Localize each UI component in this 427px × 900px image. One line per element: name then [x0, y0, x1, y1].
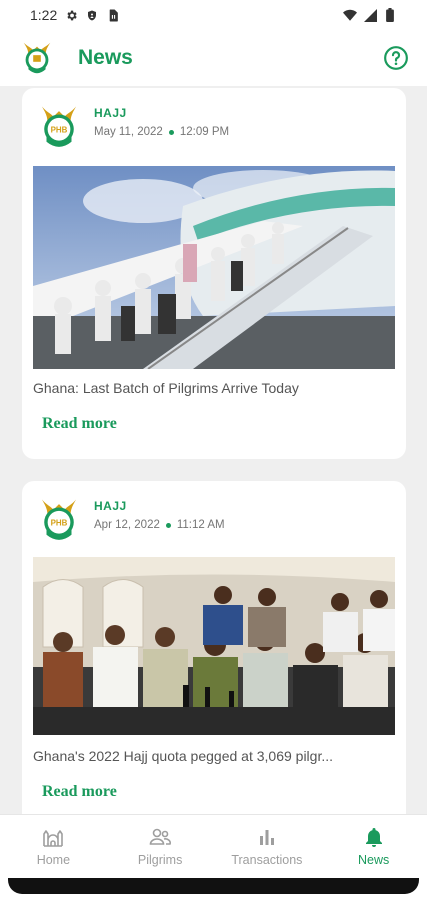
post-headline[interactable]: Ghana: Last Batch of Pilgrims Arrive Tod… [33, 380, 395, 396]
news-feed[interactable]: PHB HAJJ May 11, 2022 12:09 PM Ghana: La… [0, 86, 427, 814]
bar-chart-icon [259, 829, 274, 845]
status-time: 1:22 [30, 7, 58, 23]
battery-icon [383, 8, 397, 22]
wifi-icon [343, 8, 357, 22]
post-category: HAJJ [94, 499, 127, 513]
news-card[interactable]: PHB HAJJ Apr 12, 2022 11:12 AM Ghana's 2… [22, 481, 406, 814]
settings-icon [64, 8, 78, 22]
hajj-board-logo [23, 42, 51, 74]
sim-card-icon [106, 8, 120, 22]
hajj-board-logo: PHB [41, 499, 77, 540]
bell-icon [365, 827, 382, 847]
separator-dot [168, 129, 174, 135]
gesture-bar-area [0, 876, 427, 900]
app-bar: News [0, 30, 427, 86]
home-indicator[interactable] [8, 878, 419, 894]
nav-label: Home [36, 852, 71, 867]
post-category: HAJJ [94, 106, 127, 120]
post-image-airplane-stairs[interactable] [33, 166, 395, 369]
post-headline[interactable]: Ghana's 2022 Hajj quota pegged at 3,069 … [33, 748, 395, 764]
post-image-press-conference[interactable] [33, 557, 395, 735]
nav-label: Transactions [231, 852, 303, 867]
people-icon [149, 828, 172, 845]
news-card[interactable]: PHB HAJJ May 11, 2022 12:09 PM Ghana: La… [22, 88, 406, 459]
nav-item-news[interactable]: News [320, 815, 427, 876]
page-title: News [78, 46, 133, 69]
help-icon[interactable] [383, 45, 409, 71]
separator-dot [165, 522, 171, 528]
post-date: Apr 12, 2022 [94, 519, 160, 531]
bottom-navigation: Home Pilgrims Transactions News [0, 814, 427, 876]
nav-item-transactions[interactable]: Transactions [214, 815, 321, 876]
svg-text:PHB: PHB [51, 519, 68, 528]
hajj-board-logo: PHB [41, 106, 77, 147]
post-time: 11:12 AM [176, 519, 225, 531]
mosque-icon [43, 829, 64, 847]
signal-icon [363, 8, 377, 22]
nav-item-home[interactable]: Home [0, 815, 107, 876]
svg-text:PHB: PHB [51, 126, 68, 135]
read-more-link[interactable]: Read more [42, 415, 117, 433]
post-date: May 11, 2022 [94, 126, 163, 138]
nav-item-pilgrims[interactable]: Pilgrims [107, 815, 214, 876]
read-more-link[interactable]: Read more [42, 783, 117, 801]
nav-label: Pilgrims [137, 852, 183, 867]
post-time: 12:09 PM [179, 126, 230, 138]
status-bar: 1:22 [0, 0, 427, 30]
nav-label: News [357, 852, 390, 867]
shield-icon [85, 8, 99, 22]
